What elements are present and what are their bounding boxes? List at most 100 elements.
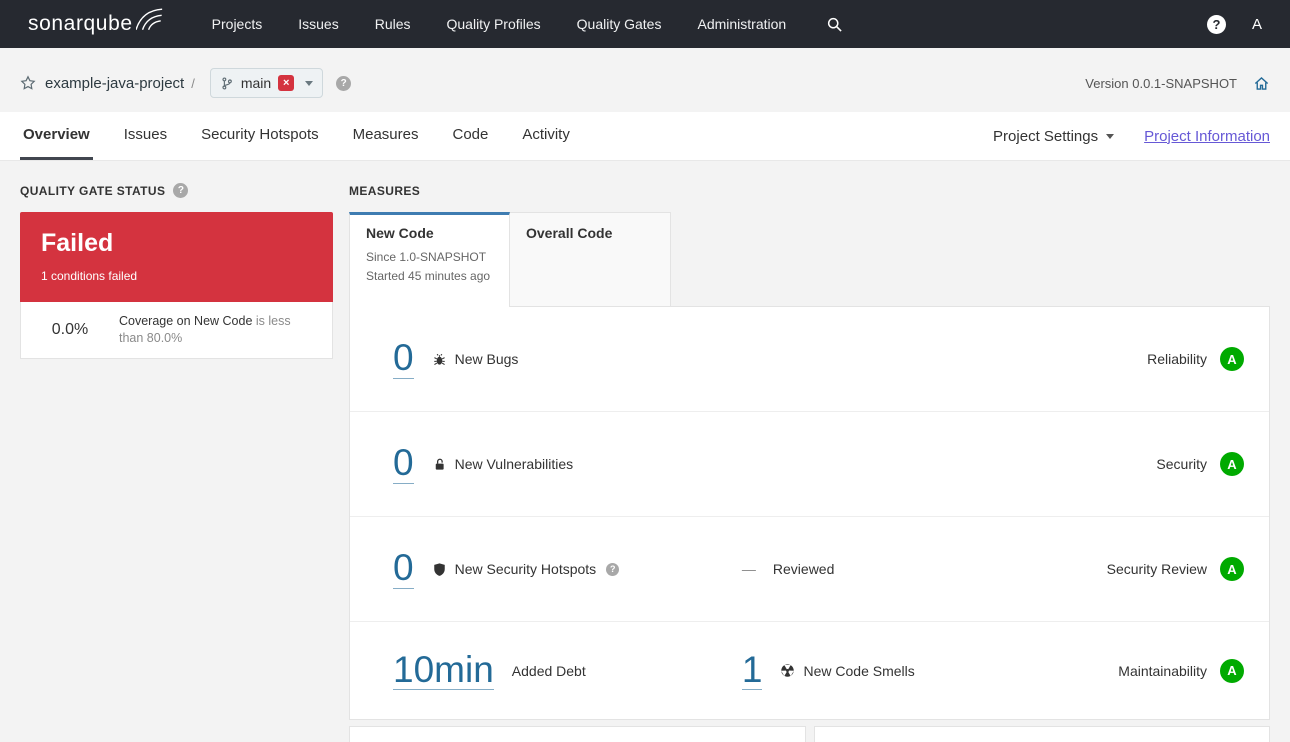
hotspots-help-icon[interactable]: ?: [606, 562, 620, 576]
duplications-card-partial: [813, 726, 1270, 742]
failed-condition-row[interactable]: 0.0% Coverage on New Code is less than 8…: [20, 302, 333, 359]
metric-label-group: New Code Smells: [780, 662, 915, 679]
metric-label: Added Debt: [511, 662, 586, 679]
tab-security-hotspots[interactable]: Security Hotspots: [198, 112, 322, 160]
measure-domain-group: Maintainability A: [1118, 658, 1244, 683]
breadcrumb-bar: example-java-project / main × ? Version …: [0, 48, 1290, 112]
sonarqube-swoosh-icon: [135, 8, 164, 31]
overall-code-tab-label: Overall Code: [526, 225, 613, 241]
measures-tabs: New Code Since 1.0-SNAPSHOT Started 45 m…: [349, 212, 1270, 307]
metric-label-group: New Bugs: [432, 351, 519, 367]
project-tabbar: Overview Issues Security Hotspots Measur…: [0, 112, 1290, 161]
tab-activity[interactable]: Activity: [519, 112, 573, 160]
rating-badge: A: [1220, 452, 1244, 476]
new-security-hotspots-count[interactable]: 0: [393, 548, 414, 589]
quality-gate-status-card: Failed 1 conditions failed: [20, 212, 333, 302]
branch-name: main: [240, 75, 272, 91]
tab-new-code[interactable]: New Code Since 1.0-SNAPSHOT Started 45 m…: [349, 212, 510, 307]
tab-overall-code[interactable]: Overall Code: [510, 212, 671, 307]
rating-badge: A: [1220, 347, 1244, 371]
breadcrumb-project-link[interactable]: example-java-project: [45, 75, 184, 92]
help-icon[interactable]: ?: [1206, 14, 1226, 34]
coverage-card-partial: [349, 726, 806, 742]
new-code-since: Since 1.0-SNAPSHOT: [366, 250, 487, 264]
sonarqube-logo[interactable]: sonarqube: [28, 0, 164, 48]
bug-icon: [432, 352, 447, 367]
quality-gate-panel: QUALITY GATE STATUS ? Failed 1 condition…: [20, 183, 333, 742]
measure-domain-group: Security A: [1156, 452, 1244, 476]
measure-secondary: 1 New Code Smells: [741, 650, 1118, 691]
measure-main: 10min Added Debt: [393, 650, 742, 691]
version-label: Version 0.0.1-SNAPSHOT: [1085, 75, 1237, 91]
measures-section-header: MEASURES: [349, 183, 1270, 198]
search-icon[interactable]: [826, 16, 843, 33]
main-nav: Projects Issues Rules Quality Profiles Q…: [212, 0, 787, 48]
tab-issues[interactable]: Issues: [121, 112, 170, 160]
rating-badge: A: [1220, 658, 1244, 683]
domain-label: Security: [1156, 456, 1207, 472]
measure-domain-group: Reliability A: [1147, 347, 1244, 371]
new-code-tab-label: New Code: [366, 225, 434, 241]
measure-row-maintainability: 10min Added Debt 1 New Code Smells Maint…: [350, 622, 1269, 719]
avatar[interactable]: A: [1252, 16, 1262, 33]
reviewed-value: —: [741, 561, 756, 577]
measure-secondary: — Reviewed: [742, 561, 1107, 577]
project-settings-label: Project Settings: [993, 127, 1099, 145]
project-information-link[interactable]: Project Information: [1144, 128, 1270, 145]
breadcrumb-separator: /: [191, 75, 195, 91]
added-debt-value[interactable]: 10min: [393, 650, 494, 691]
nav-item-quality-gates[interactable]: Quality Gates: [577, 0, 662, 48]
measures-panel: MEASURES New Code Since 1.0-SNAPSHOT Sta…: [349, 183, 1270, 742]
new-code-smells-count[interactable]: 1: [741, 650, 763, 691]
favorite-star-icon[interactable]: [20, 75, 36, 91]
tab-measures[interactable]: Measures: [350, 112, 422, 160]
metric-label: New Code Smells: [803, 662, 915, 679]
branch-icon: [220, 76, 234, 91]
metric-label-group: New Security Hotspots ?: [432, 561, 620, 577]
nav-item-quality-profiles[interactable]: Quality Profiles: [447, 0, 541, 48]
new-bugs-count[interactable]: 0: [393, 338, 414, 379]
nav-item-projects[interactable]: Projects: [212, 0, 263, 48]
measure-domain-group: Security Review A: [1107, 557, 1244, 581]
measure-row-vulnerabilities: 0 New Vulnerabilities Security A: [350, 412, 1269, 517]
condition-metric: Coverage on New Code: [119, 313, 253, 328]
breadcrumb-right: Version 0.0.1-SNAPSHOT: [1085, 75, 1270, 92]
metric-label: New Bugs: [454, 351, 519, 367]
metric-label: New Vulnerabilities: [454, 456, 574, 472]
project-settings-menu[interactable]: Project Settings: [993, 127, 1115, 145]
domain-label: Maintainability: [1118, 662, 1207, 679]
chevron-down-icon: [305, 80, 314, 86]
measure-main: 0 New Bugs: [393, 338, 742, 379]
navbar-right: ? A: [1206, 14, 1262, 34]
shield-icon: [432, 562, 447, 577]
measure-row-security-hotspots: 0 New Security Hotspots ? — Reviewed Sec…: [350, 517, 1269, 622]
nav-item-issues[interactable]: Issues: [298, 0, 338, 48]
next-section-cards: [349, 726, 1270, 742]
lock-icon: [432, 457, 447, 472]
project-tabs: Overview Issues Security Hotspots Measur…: [20, 112, 573, 160]
quality-gate-status: Failed: [41, 229, 114, 257]
branch-selector[interactable]: main ×: [209, 68, 324, 98]
quality-gate-help-icon[interactable]: ?: [173, 183, 189, 198]
home-icon[interactable]: [1253, 75, 1270, 92]
nav-item-rules[interactable]: Rules: [375, 0, 411, 48]
tab-code[interactable]: Code: [449, 112, 491, 160]
overview-content: QUALITY GATE STATUS ? Failed 1 condition…: [0, 161, 1290, 742]
chevron-down-icon: [1106, 133, 1115, 139]
new-vulnerabilities-count[interactable]: 0: [393, 443, 414, 484]
domain-label: Security Review: [1106, 561, 1207, 577]
measure-main: 0 New Vulnerabilities: [393, 443, 742, 484]
top-navbar: sonarqube Projects Issues Rules Quality …: [0, 0, 1290, 48]
branch-help-icon[interactable]: ?: [336, 75, 352, 91]
measures-section-title: MEASURES: [349, 183, 421, 198]
nav-item-administration[interactable]: Administration: [697, 0, 786, 48]
metric-label: New Security Hotspots: [454, 561, 597, 577]
condition-description: Coverage on New Code is less than 80.0%: [119, 313, 318, 348]
tab-overview[interactable]: Overview: [20, 112, 93, 160]
measure-row-bugs: 0 New Bugs Reliability A: [350, 307, 1269, 412]
new-code-started: Started 45 minutes ago: [366, 269, 491, 283]
quality-gate-section-title: QUALITY GATE STATUS: [20, 183, 166, 198]
tabbar-right: Project Settings Project Information: [993, 112, 1270, 160]
metric-label-group: Added Debt: [512, 663, 586, 679]
reviewed-label: Reviewed: [772, 561, 835, 577]
